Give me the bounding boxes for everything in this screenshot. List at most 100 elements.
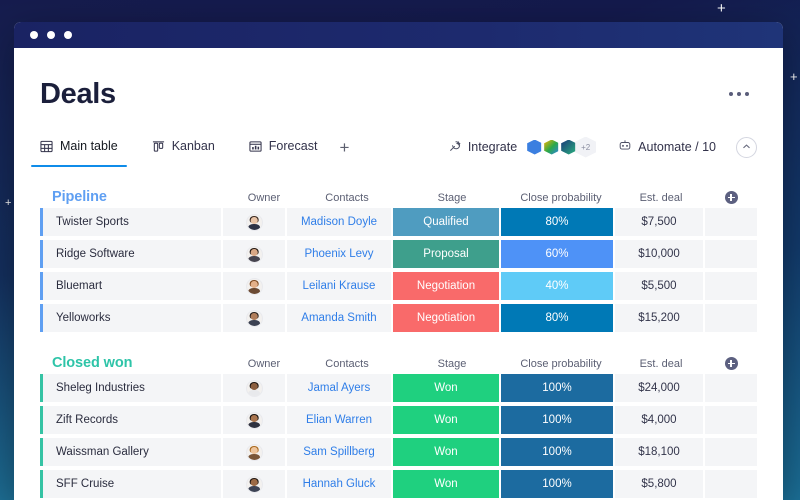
tab-main-table[interactable]: Main table [40, 131, 118, 163]
add-column-button[interactable] [725, 191, 738, 204]
window-dot-maximize[interactable] [64, 31, 72, 39]
stage-chip[interactable]: Proposal [393, 240, 499, 268]
group-title[interactable]: Closed won [40, 356, 233, 371]
deal-name-cell[interactable]: Bluemart [40, 272, 221, 300]
table-row[interactable]: Bluemart Leilani KrauseNegotiation40%$5,5… [40, 272, 757, 300]
stage-cell[interactable]: Qualified [393, 208, 499, 236]
avatar[interactable] [246, 246, 263, 263]
tab-forecast[interactable]: Forecast [249, 131, 318, 163]
add-column-button[interactable] [725, 357, 738, 370]
contact-cell[interactable]: Jamal Ayers [287, 374, 391, 402]
contact-cell[interactable]: Hannah Gluck [287, 470, 391, 498]
stage-cell[interactable]: Won [393, 374, 499, 402]
close-probability-chip[interactable]: 100% [501, 470, 613, 498]
avatar[interactable] [246, 444, 263, 461]
group-title[interactable]: Pipeline [40, 190, 233, 205]
owner-cell[interactable] [223, 470, 285, 498]
deal-name-cell[interactable]: Yelloworks [40, 304, 221, 332]
close-probability-cell[interactable]: 100% [501, 406, 613, 434]
close-probability-cell[interactable]: 100% [501, 438, 613, 466]
est-deal-cell[interactable]: $5,500 [615, 272, 703, 300]
owner-cell[interactable] [223, 272, 285, 300]
integrate-button[interactable]: Integrate [448, 139, 517, 156]
close-probability-cell[interactable]: 80% [501, 304, 613, 332]
deal-name-cell[interactable]: SFF Cruise [40, 470, 221, 498]
close-probability-chip[interactable]: 80% [501, 304, 613, 332]
column-header-contacts[interactable]: Contacts [295, 358, 399, 370]
deal-name-cell[interactable]: Zift Records [40, 406, 221, 434]
contact-cell[interactable]: Madison Doyle [287, 208, 391, 236]
stage-chip[interactable]: Qualified [393, 208, 499, 236]
est-deal-cell[interactable]: $10,000 [615, 240, 703, 268]
avatar[interactable] [246, 214, 263, 231]
more-options-button[interactable] [729, 78, 749, 96]
stage-chip[interactable]: Negotiation [393, 272, 499, 300]
stage-cell[interactable]: Won [393, 438, 499, 466]
stage-chip[interactable]: Negotiation [393, 304, 499, 332]
est-deal-cell[interactable]: $5,800 [615, 470, 703, 498]
add-view-button[interactable]: + [339, 139, 349, 156]
est-deal-cell[interactable]: $4,000 [615, 406, 703, 434]
column-header-est-deal[interactable]: Est. deal [617, 192, 705, 204]
close-probability-cell[interactable]: 100% [501, 374, 613, 402]
column-header-owner[interactable]: Owner [233, 192, 295, 204]
est-deal-cell[interactable]: $15,200 [615, 304, 703, 332]
owner-cell[interactable] [223, 208, 285, 236]
deal-name-cell[interactable]: Twister Sports [40, 208, 221, 236]
stage-cell[interactable]: Negotiation [393, 272, 499, 300]
stage-cell[interactable]: Proposal [393, 240, 499, 268]
stage-cell[interactable]: Negotiation [393, 304, 499, 332]
close-probability-cell[interactable]: 40% [501, 272, 613, 300]
est-deal-cell[interactable]: $7,500 [615, 208, 703, 236]
stage-cell[interactable]: Won [393, 406, 499, 434]
contact-cell[interactable]: Sam Spillberg [287, 438, 391, 466]
close-probability-cell[interactable]: 100% [501, 470, 613, 498]
close-probability-cell[interactable]: 80% [501, 208, 613, 236]
table-row[interactable]: Twister Sports Madison DoyleQualified80%$… [40, 208, 757, 236]
close-probability-chip[interactable]: 40% [501, 272, 613, 300]
owner-cell[interactable] [223, 438, 285, 466]
est-deal-cell[interactable]: $24,000 [615, 374, 703, 402]
stage-cell[interactable]: Won [393, 470, 499, 498]
owner-cell[interactable] [223, 374, 285, 402]
column-header-owner[interactable]: Owner [233, 358, 295, 370]
column-header-est-deal[interactable]: Est. deal [617, 358, 705, 370]
owner-cell[interactable] [223, 304, 285, 332]
deal-name-cell[interactable]: Sheleg Industries [40, 374, 221, 402]
column-header-close-probability[interactable]: Close probability [505, 192, 617, 204]
column-header-contacts[interactable]: Contacts [295, 192, 399, 204]
window-dot-close[interactable] [30, 31, 38, 39]
avatar[interactable] [246, 310, 263, 327]
stage-chip[interactable]: Won [393, 406, 499, 434]
stage-chip[interactable]: Won [393, 374, 499, 402]
stage-chip[interactable]: Won [393, 438, 499, 466]
avatar[interactable] [246, 380, 263, 397]
column-header-stage[interactable]: Stage [399, 358, 505, 370]
integration-overflow-count[interactable]: +2 [575, 137, 596, 158]
table-row[interactable]: Sheleg Industries Jamal AyersWon100%$24,0… [40, 374, 757, 402]
contact-cell[interactable]: Leilani Krause [287, 272, 391, 300]
table-row[interactable]: Zift Records Elian WarrenWon100%$4,000 [40, 406, 757, 434]
stage-chip[interactable]: Won [393, 470, 499, 498]
close-probability-cell[interactable]: 60% [501, 240, 613, 268]
contact-cell[interactable]: Elian Warren [287, 406, 391, 434]
integration-avatars[interactable]: +2 [524, 137, 592, 158]
close-probability-chip[interactable]: 100% [501, 406, 613, 434]
avatar[interactable] [246, 476, 263, 493]
close-probability-chip[interactable]: 100% [501, 438, 613, 466]
avatar[interactable] [246, 412, 263, 429]
avatar[interactable] [246, 278, 263, 295]
automate-button[interactable]: Automate / 10 [618, 139, 716, 156]
contact-cell[interactable]: Phoenix Levy [287, 240, 391, 268]
owner-cell[interactable] [223, 406, 285, 434]
deal-name-cell[interactable]: Ridge Software [40, 240, 221, 268]
column-header-close-probability[interactable]: Close probability [505, 358, 617, 370]
table-row[interactable]: Waissman Gallery Sam SpillbergWon100%$18,… [40, 438, 757, 466]
est-deal-cell[interactable]: $18,100 [615, 438, 703, 466]
close-probability-chip[interactable]: 60% [501, 240, 613, 268]
table-row[interactable]: YelloworksAmanda SmithNegotiation80%$15,… [40, 304, 757, 332]
close-probability-chip[interactable]: 100% [501, 374, 613, 402]
owner-cell[interactable] [223, 240, 285, 268]
deal-name-cell[interactable]: Waissman Gallery [40, 438, 221, 466]
window-dot-minimize[interactable] [47, 31, 55, 39]
